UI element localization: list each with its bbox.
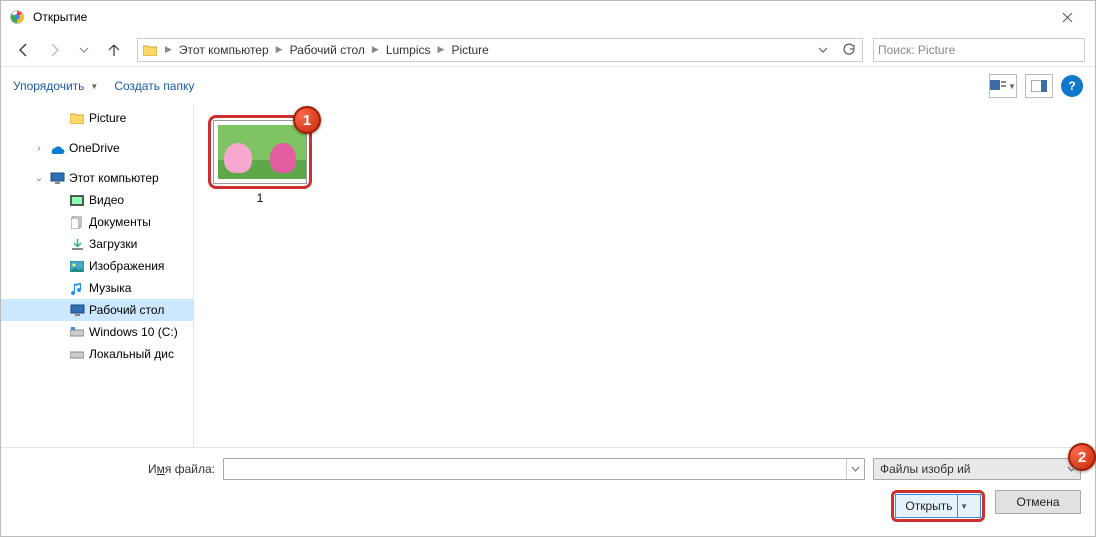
back-button[interactable] xyxy=(11,37,37,63)
downloads-icon xyxy=(69,236,85,252)
search-input[interactable]: Поиск: Picture xyxy=(873,38,1085,62)
images-icon xyxy=(69,258,85,274)
tree-label: Видео xyxy=(89,193,124,207)
search-placeholder: Поиск: Picture xyxy=(878,43,955,57)
open-button[interactable]: Открыть ▼ xyxy=(895,494,981,518)
tree-item-drive-local[interactable]: Локальный дис xyxy=(1,343,193,365)
cancel-label: Отмена xyxy=(1016,495,1059,509)
drive-icon xyxy=(69,324,85,340)
tree-item-picture[interactable]: Picture xyxy=(1,107,193,129)
breadcrumb-bar[interactable]: ▶ Этот компьютер▶ Рабочий стол▶ Lumpics▶… xyxy=(137,38,863,62)
tree-item-desktop[interactable]: Рабочий стол xyxy=(1,299,193,321)
tree-item-music[interactable]: Музыка xyxy=(1,277,193,299)
tree-label: Windows 10 (C:) xyxy=(89,325,178,339)
breadcrumb-segment[interactable]: Рабочий стол xyxy=(286,39,369,61)
organize-menu[interactable]: Упорядочить ▼ xyxy=(13,79,98,93)
window-title: Открытие xyxy=(33,10,1047,24)
help-button[interactable]: ? xyxy=(1061,75,1083,97)
tree-label: Документы xyxy=(89,215,151,229)
file-area[interactable]: 1 1 xyxy=(194,105,1095,447)
filename-label: Имя файла: xyxy=(15,462,215,476)
desktop-icon xyxy=(69,302,85,318)
breadcrumb-segment[interactable]: Picture xyxy=(447,39,492,61)
breadcrumb-segment[interactable]: Lumpics xyxy=(382,39,435,61)
tree-item-drive-c[interactable]: Windows 10 (C:) xyxy=(1,321,193,343)
music-icon xyxy=(69,280,85,296)
filter-label: Файлы изобр ий xyxy=(880,462,971,476)
nav-bar: ▶ Этот компьютер▶ Рабочий стол▶ Lumpics▶… xyxy=(1,33,1095,67)
tree-label: Загрузки xyxy=(89,237,137,251)
file-label: 1 xyxy=(208,191,312,205)
toolbar: Упорядочить ▼ Создать папку ▼ ? xyxy=(1,67,1095,105)
chevron-down-icon xyxy=(1067,465,1076,474)
tree-label: Этот компьютер xyxy=(69,171,159,185)
titlebar: Открытие xyxy=(1,1,1095,33)
recent-dropdown[interactable] xyxy=(71,37,97,63)
forward-button[interactable] xyxy=(41,37,67,63)
annotation-marker-1: 1 xyxy=(293,106,321,134)
tree-label: Локальный дис xyxy=(89,347,174,361)
chevron-down-icon[interactable] xyxy=(846,459,864,479)
view-mode-button[interactable]: ▼ xyxy=(989,74,1017,98)
video-icon xyxy=(69,192,85,208)
cancel-button[interactable]: Отмена xyxy=(995,490,1081,514)
onedrive-icon xyxy=(49,140,65,156)
tree-item-video[interactable]: Видео xyxy=(1,189,193,211)
file-open-dialog: Открытие ▶ Этот компьютер▶ Рабочий стол▶… xyxy=(0,0,1096,537)
sidebar: Picture ›OneDrive ⌄Этот компьютер Видео … xyxy=(1,105,194,447)
tree-item-this-pc[interactable]: ⌄Этот компьютер xyxy=(1,167,193,189)
filename-input[interactable] xyxy=(223,458,865,480)
new-folder-label: Создать папку xyxy=(114,79,194,93)
tree-item-documents[interactable]: Документы xyxy=(1,211,193,233)
footer: Имя файла: Файлы изобр ий 2 Открыть ▼ Отм… xyxy=(1,447,1095,536)
tree-label: Музыка xyxy=(89,281,131,295)
preview-pane-button[interactable] xyxy=(1025,74,1053,98)
pc-icon xyxy=(49,170,65,186)
tree-label: Picture xyxy=(89,111,126,125)
file-type-filter[interactable]: Файлы изобр ий 2 xyxy=(873,458,1081,480)
tree-item-images[interactable]: Изображения xyxy=(1,255,193,277)
breadcrumb-segment[interactable]: Этот компьютер xyxy=(175,39,273,61)
chevron-right-icon[interactable]: ▶ xyxy=(273,44,286,55)
chevron-right-icon[interactable]: ▶ xyxy=(162,44,175,55)
tree-label: Рабочий стол xyxy=(89,303,164,317)
chevron-down-icon: ▼ xyxy=(1008,82,1016,91)
tree-label: OneDrive xyxy=(69,141,120,155)
new-folder-button[interactable]: Создать папку xyxy=(114,79,194,93)
chrome-icon xyxy=(9,9,25,25)
tree-item-onedrive[interactable]: ›OneDrive xyxy=(1,137,193,159)
drive-icon xyxy=(69,346,85,362)
organize-label: Упорядочить xyxy=(13,79,84,93)
refresh-button[interactable] xyxy=(836,37,862,63)
tree-label: Изображения xyxy=(89,259,164,273)
thumbnail-image xyxy=(218,125,306,179)
chevron-right-icon[interactable]: ▶ xyxy=(369,44,382,55)
close-button[interactable] xyxy=(1047,2,1087,32)
folder-icon xyxy=(142,42,158,58)
documents-icon xyxy=(69,214,85,230)
tree-item-downloads[interactable]: Загрузки xyxy=(1,233,193,255)
open-label: Открыть xyxy=(905,499,952,513)
chevron-down-icon: ▼ xyxy=(90,82,98,91)
split-chevron-icon[interactable]: ▼ xyxy=(957,495,971,517)
chevron-right-icon[interactable]: ▶ xyxy=(435,44,448,55)
up-button[interactable] xyxy=(101,37,127,63)
folder-icon xyxy=(69,110,85,126)
breadcrumb-dropdown[interactable] xyxy=(810,37,836,63)
